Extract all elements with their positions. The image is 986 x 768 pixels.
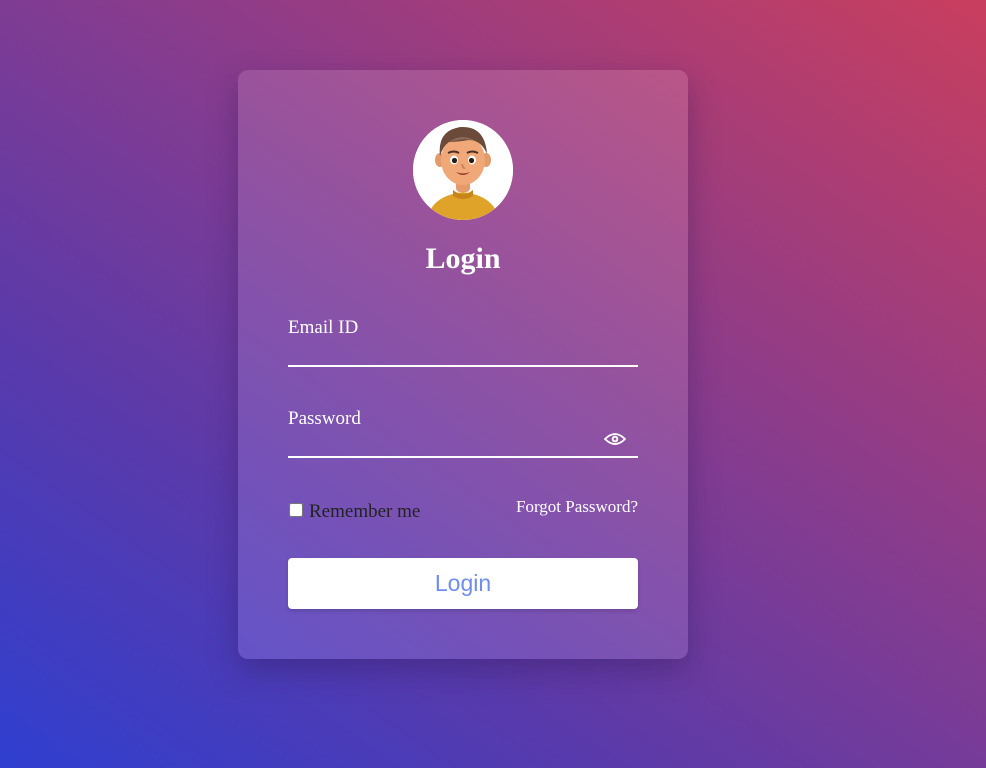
forgot-password-link[interactable]: Forgot Password? [516,497,638,517]
remember-checkbox[interactable] [289,503,303,517]
password-input[interactable] [288,430,608,452]
page-title: Login [425,242,501,275]
remember-me[interactable]: Remember me [288,497,420,523]
user-avatar-icon [413,120,513,220]
email-field-group: Email ID [288,317,638,367]
login-card: Login Email ID Password Remember me Forg… [238,70,688,659]
email-label: Email ID [288,317,359,338]
password-label: Password [288,408,361,429]
remember-label: Remember me [309,501,421,522]
email-input[interactable] [288,339,608,361]
password-field-group: Password [288,408,638,458]
login-button[interactable]: Login [288,558,638,609]
avatar [413,120,513,220]
form-options: Remember me Forgot Password? [288,497,638,523]
eye-icon[interactable] [604,432,626,446]
